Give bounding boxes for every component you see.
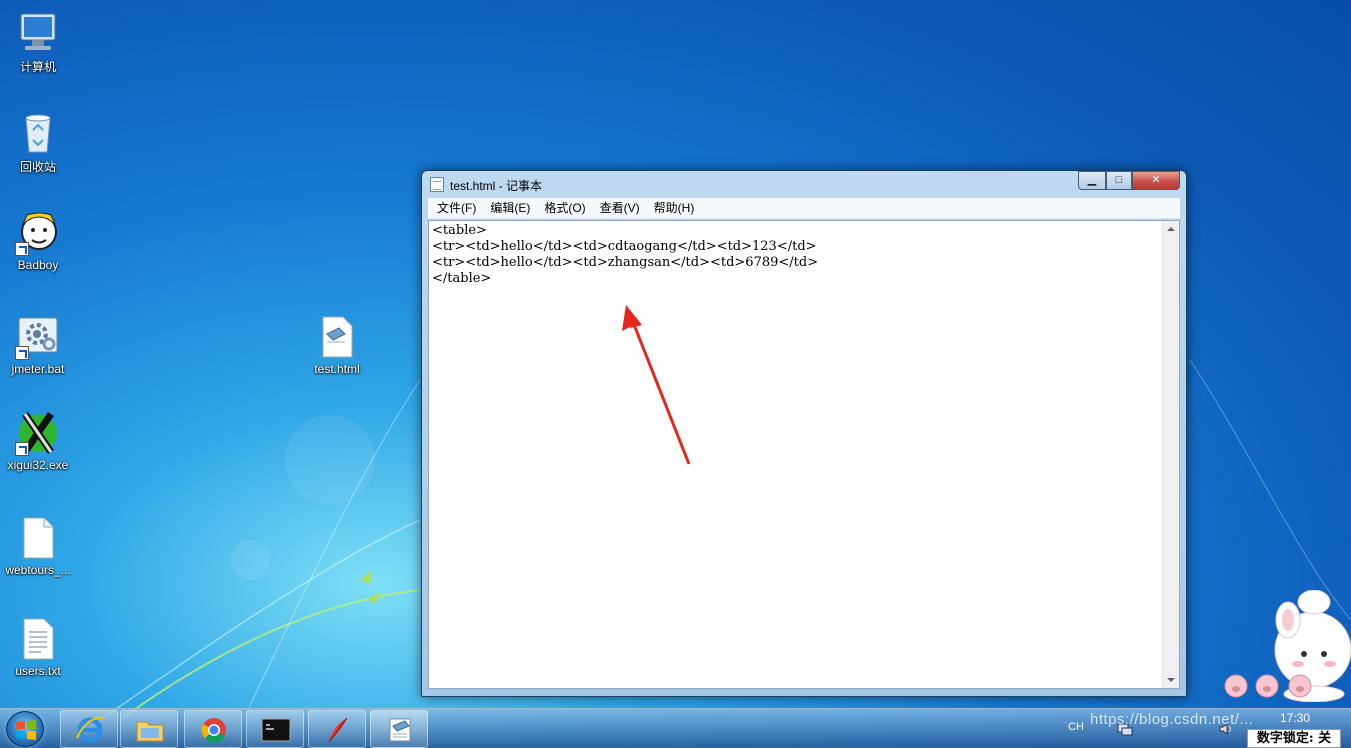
menu-file[interactable]: 文件(F): [430, 198, 483, 219]
xigui-icon: [15, 410, 61, 456]
input-language-indicator[interactable]: CH: [1068, 721, 1084, 733]
notepad-icon: [430, 177, 444, 192]
notepad-window[interactable]: test.html - 记事本 ▁ □ ✕ 文件(F) 编辑(E) 格式(O) …: [421, 170, 1187, 697]
mascot-sticker: [1224, 590, 1351, 702]
desktop-icon-computer[interactable]: 计算机: [0, 10, 76, 75]
notepad-icon: [389, 718, 411, 742]
menu-edit[interactable]: 编辑(E): [483, 198, 537, 219]
text-file-icon: [15, 616, 61, 662]
clock[interactable]: 17:30: [1280, 711, 1310, 725]
taskbar-notepad[interactable]: [370, 710, 428, 748]
menu-help[interactable]: 帮助(H): [647, 198, 702, 219]
start-button[interactable]: [6, 711, 44, 747]
shortcut-arrow-icon: [15, 242, 29, 256]
desktop-icon-recycle-bin[interactable]: 回收站: [0, 110, 76, 175]
desktop-icon-label: webtours_...: [5, 563, 71, 577]
badboy-icon: [15, 210, 61, 256]
desktop-icon-users-txt[interactable]: users.txt: [0, 616, 76, 678]
desktop-icon-xigui32[interactable]: xigui32.exe: [0, 410, 76, 472]
taskbar-file-explorer[interactable]: [120, 710, 178, 748]
desktop-icon-label: test.html: [314, 362, 360, 376]
terminal-icon: [261, 718, 291, 742]
chrome-icon: [201, 718, 226, 743]
file-icon: [15, 515, 61, 561]
feather-icon: [328, 717, 348, 743]
taskbar-chrome[interactable]: [184, 710, 242, 748]
watermark-text: https://blog.csdn.net/...: [1090, 711, 1254, 728]
window-title: test.html - 记事本: [450, 179, 543, 193]
menu-bar: 文件(F) 编辑(E) 格式(O) 查看(V) 帮助(H): [428, 198, 1180, 219]
windows-logo-icon: [16, 720, 36, 740]
editor-content[interactable]: <table> <tr><td>hello</td><td>cdtaogang<…: [432, 223, 1159, 287]
gear-icon: [15, 314, 61, 360]
desktop-icon-label: jmeter.bat: [11, 362, 65, 376]
desktop-icon-jmeter[interactable]: jmeter.bat: [0, 314, 76, 376]
taskbar-internet-explorer[interactable]: [60, 710, 118, 748]
desktop-icon-label: 回收站: [19, 160, 56, 174]
maximize-button[interactable]: □: [1106, 171, 1132, 190]
minimize-button[interactable]: ▁: [1078, 171, 1106, 190]
desktop-icon-label: xigui32.exe: [7, 458, 69, 472]
close-button[interactable]: ✕: [1132, 171, 1180, 190]
vertical-scrollbar[interactable]: [1162, 221, 1179, 688]
desktop-icon-label: users.txt: [15, 664, 61, 678]
desktop-icon-label: Badboy: [17, 258, 59, 272]
shortcut-arrow-icon: [15, 346, 29, 360]
taskbar-cmd[interactable]: [246, 710, 304, 748]
html-file-icon: [314, 314, 360, 360]
computer-icon: [15, 10, 61, 56]
scroll-down-arrow-icon[interactable]: [1163, 672, 1179, 688]
menu-format[interactable]: 格式(O): [537, 198, 592, 219]
desktop-icon-test-html[interactable]: test.html: [299, 314, 375, 376]
taskbar-feather-app[interactable]: [308, 710, 366, 748]
numlock-indicator: 数字锁定: 关: [1247, 729, 1341, 748]
recycle-bin-icon: [15, 110, 61, 156]
scroll-up-arrow-icon[interactable]: [1163, 221, 1179, 237]
menu-view[interactable]: 查看(V): [593, 198, 647, 219]
shortcut-arrow-icon: [15, 442, 29, 456]
desktop-icon-badboy[interactable]: Badboy: [0, 210, 76, 272]
text-editor[interactable]: <table> <tr><td>hello</td><td>cdtaogang<…: [428, 220, 1180, 689]
title-bar[interactable]: test.html - 记事本 ▁ □ ✕: [422, 171, 1186, 197]
annotation-arrow: [622, 305, 691, 465]
desktop-icon-label: 计算机: [19, 60, 56, 74]
folder-icon: [136, 721, 164, 742]
desktop-icon-webtours[interactable]: webtours_...: [0, 515, 76, 577]
internet-explorer-icon: [76, 716, 105, 743]
